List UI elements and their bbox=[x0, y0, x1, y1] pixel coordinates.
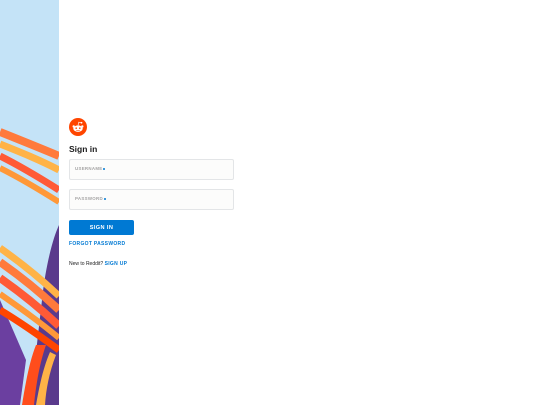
username-label: USERNAME bbox=[75, 166, 103, 171]
password-field[interactable]: PASSWORD bbox=[69, 189, 234, 210]
forgot-password-link[interactable]: FORGOT PASSWORD bbox=[69, 240, 239, 248]
side-artwork bbox=[0, 0, 59, 405]
required-dot-icon bbox=[104, 198, 106, 200]
page-title: Sign in bbox=[69, 144, 98, 154]
username-field[interactable]: USERNAME bbox=[69, 159, 234, 180]
signup-prompt: New to Reddit? bbox=[69, 261, 104, 267]
required-dot-icon bbox=[103, 168, 105, 170]
login-panel: Sign in USERNAME PASSWORD SIGN IN FORGOT… bbox=[69, 118, 239, 268]
sign-in-button[interactable]: SIGN IN bbox=[69, 220, 134, 235]
reddit-logo-icon bbox=[69, 118, 239, 136]
password-label: PASSWORD bbox=[75, 196, 103, 201]
sign-up-link[interactable]: SIGN UP bbox=[105, 261, 128, 267]
signup-row: New to Reddit? SIGN UP bbox=[69, 260, 239, 268]
